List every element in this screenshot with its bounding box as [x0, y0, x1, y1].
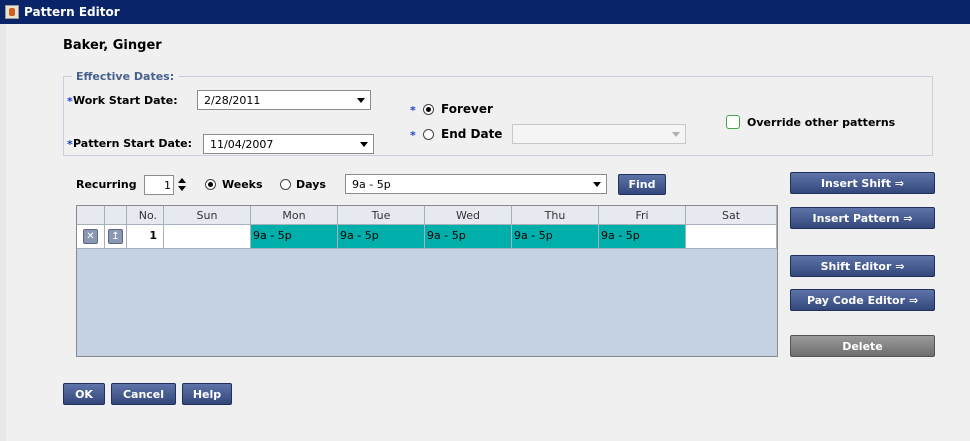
required-marker: * [67, 95, 73, 108]
effective-dates-legend: Effective Dates: [76, 70, 175, 83]
insert-row-icon[interactable]: ↥ [108, 229, 123, 244]
grid-header-sun: Sun [164, 206, 251, 225]
override-label: Override other patterns [747, 116, 896, 129]
pattern-start-date-label: Pattern Start Date: [73, 137, 193, 150]
forever-label: Forever [441, 102, 493, 116]
grid-cell-sun[interactable] [164, 225, 251, 249]
insert-shift-button[interactable]: Insert Shift ⇒ [790, 172, 935, 194]
window-frame-edge [0, 24, 6, 441]
effective-dates-group: Effective Dates: [63, 70, 933, 156]
employee-name: Baker, Ginger [63, 38, 162, 53]
override-checkbox[interactable] [726, 115, 740, 129]
work-start-date-label: Work Start Date: [73, 94, 178, 107]
chevron-down-icon[interactable] [360, 142, 368, 147]
grid-header-thu: Thu [512, 206, 599, 225]
work-start-date-combo[interactable]: 2/28/2011 [197, 90, 371, 110]
grid-header-blank [105, 206, 127, 225]
shift-combo-value: 9a - 5p [352, 178, 391, 191]
delete-button[interactable]: Delete [790, 335, 935, 357]
window-title: Pattern Editor [24, 5, 120, 19]
required-marker: * [410, 104, 416, 117]
pay-code-editor-button[interactable]: Pay Code Editor ⇒ [790, 289, 935, 311]
grid-header-blank [77, 206, 105, 225]
end-date-radio[interactable] [423, 129, 434, 140]
grid-header-no: No. [127, 206, 164, 225]
grid-cell-tue[interactable]: 9a - 5p [338, 225, 425, 249]
required-marker: * [410, 129, 416, 142]
pattern-start-date-combo[interactable]: 11/04/2007 [203, 134, 374, 154]
end-date-label: End Date [441, 127, 503, 141]
chevron-down-icon[interactable] [357, 98, 365, 103]
recurring-label: Recurring [76, 178, 137, 191]
recurring-spinner[interactable] [176, 175, 188, 195]
end-date-combo[interactable] [512, 124, 686, 144]
grid-cell-mon[interactable]: 9a - 5p [251, 225, 338, 249]
grid-cell-fri[interactable]: 9a - 5p [599, 225, 686, 249]
required-marker: * [67, 138, 73, 151]
help-button[interactable]: Help [182, 383, 232, 405]
chevron-down-icon[interactable] [593, 182, 601, 187]
insert-pattern-button[interactable]: Insert Pattern ⇒ [790, 207, 935, 229]
weeks-label: Weeks [222, 178, 263, 191]
weeks-radio[interactable] [205, 179, 216, 190]
days-label: Days [296, 178, 326, 191]
grid-header-tue: Tue [338, 206, 425, 225]
chevron-up-icon[interactable] [178, 178, 186, 183]
x-icon[interactable]: ✕ [83, 229, 98, 244]
grid-cell-no: 1 [127, 225, 164, 249]
title-bar: Pattern Editor [0, 0, 970, 24]
forever-radio[interactable] [423, 104, 434, 115]
pattern-grid[interactable]: No. Sun Mon Tue Wed Thu Fri Sat ✕ ↥ 1 9a… [76, 205, 778, 357]
ok-button[interactable]: OK [63, 383, 105, 405]
days-radio[interactable] [280, 179, 291, 190]
recurring-count-input[interactable]: 1 [144, 175, 174, 195]
shift-editor-button[interactable]: Shift Editor ⇒ [790, 255, 935, 277]
cancel-button[interactable]: Cancel [111, 383, 176, 405]
grid-cell-wed[interactable]: 9a - 5p [425, 225, 512, 249]
java-cup-icon [5, 5, 19, 19]
find-button[interactable]: Find [618, 174, 666, 195]
shift-combo[interactable]: 9a - 5p [345, 174, 607, 194]
chevron-down-icon[interactable] [178, 186, 186, 191]
grid-header-wed: Wed [425, 206, 512, 225]
grid-cell-thu[interactable]: 9a - 5p [512, 225, 599, 249]
pattern-start-date-value: 11/04/2007 [210, 138, 274, 151]
chevron-down-icon[interactable] [672, 132, 680, 137]
work-start-date-value: 2/28/2011 [204, 94, 261, 107]
grid-header-mon: Mon [251, 206, 338, 225]
grid-cell-sat[interactable] [686, 225, 777, 249]
grid-header-fri: Fri [599, 206, 686, 225]
grid-header-sat: Sat [686, 206, 777, 225]
